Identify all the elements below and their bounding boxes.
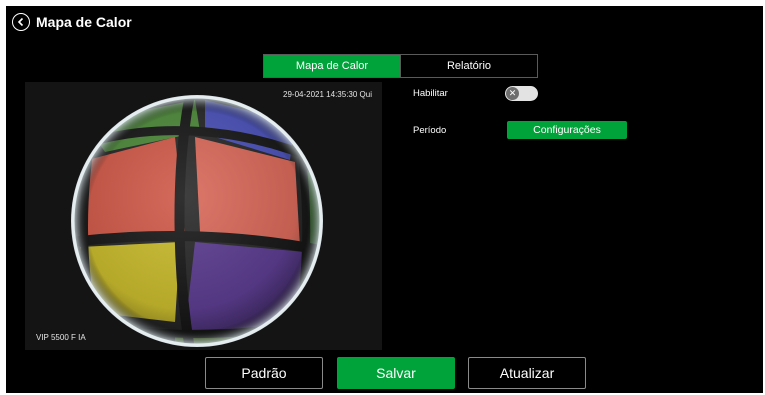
page-title: Mapa de Calor bbox=[36, 14, 132, 30]
chevron-left-icon bbox=[17, 17, 24, 27]
default-button[interactable]: Padrão bbox=[205, 357, 323, 389]
tab-report[interactable]: Relatório bbox=[400, 55, 537, 77]
tab-bar: Mapa de Calor Relatório bbox=[263, 54, 538, 78]
camera-preview: 29-04-2021 14:35:30 Qui VIP 5500 F IA bbox=[25, 82, 382, 350]
tab-heatmap[interactable]: Mapa de Calor bbox=[264, 55, 400, 77]
fisheye-image bbox=[25, 82, 382, 350]
settings-button[interactable]: Configurações bbox=[507, 121, 627, 139]
enable-label: Habilitar bbox=[413, 88, 448, 99]
back-button[interactable] bbox=[12, 13, 30, 31]
refresh-button[interactable]: Atualizar bbox=[468, 357, 586, 389]
video-timestamp: 29-04-2021 14:35:30 Qui bbox=[283, 90, 372, 99]
period-label: Período bbox=[413, 125, 447, 136]
heatmap-panel: Mapa de Calor Mapa de Calor Relatório 29… bbox=[6, 6, 763, 393]
camera-name-label: VIP 5500 F IA bbox=[36, 333, 86, 342]
page-header: Mapa de Calor bbox=[12, 10, 132, 34]
close-icon: ✕ bbox=[506, 87, 519, 100]
enable-toggle[interactable]: ✕ bbox=[505, 86, 538, 101]
save-button[interactable]: Salvar bbox=[337, 357, 455, 389]
